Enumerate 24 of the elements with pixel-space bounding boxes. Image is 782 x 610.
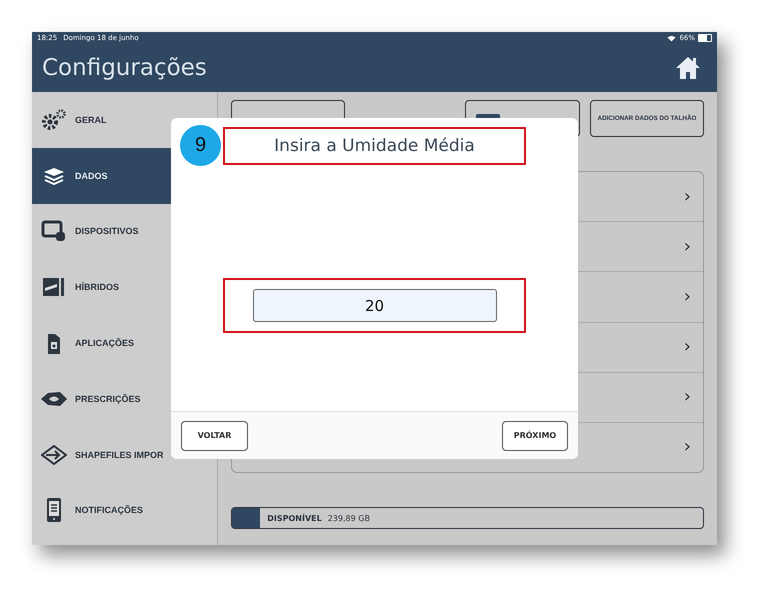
device-icon <box>40 220 68 242</box>
gears-icon <box>40 108 68 131</box>
dialog-title: Insira a Umidade Média <box>274 136 475 156</box>
home-icon[interactable] <box>675 55 701 81</box>
page-title: Configurações <box>42 55 207 81</box>
chevron-icon[interactable]: › <box>684 388 691 406</box>
sidebar-item[interactable]: HÍBRIDOS <box>32 259 217 316</box>
chevron-icon[interactable]: › <box>684 338 691 356</box>
sidebar-item[interactable]: APLICAÇÕES <box>32 315 217 371</box>
next-button[interactable]: PRÓXIMO <box>502 420 568 450</box>
input-field[interactable]: 20 <box>252 289 496 322</box>
sidebar-item[interactable]: NOTIFICAÇÕES <box>32 482 217 538</box>
chevron-icon[interactable]: › <box>684 288 691 306</box>
step-number-badge: 9 <box>180 125 221 166</box>
arrow-icon <box>40 444 68 465</box>
chevron-icon[interactable]: › <box>684 238 691 256</box>
battery-icon <box>698 34 712 42</box>
chevron-icon[interactable]: › <box>684 188 691 206</box>
back-button[interactable]: VOLTAR <box>181 420 248 450</box>
sidebar-item[interactable]: DISPOSITIVOS <box>32 204 217 260</box>
storage-label: DISPONÍVEL <box>267 514 322 522</box>
chevron-icon[interactable]: › <box>684 438 691 456</box>
wifi-icon <box>667 34 676 42</box>
storage-value: 239,89 GB <box>328 514 370 522</box>
